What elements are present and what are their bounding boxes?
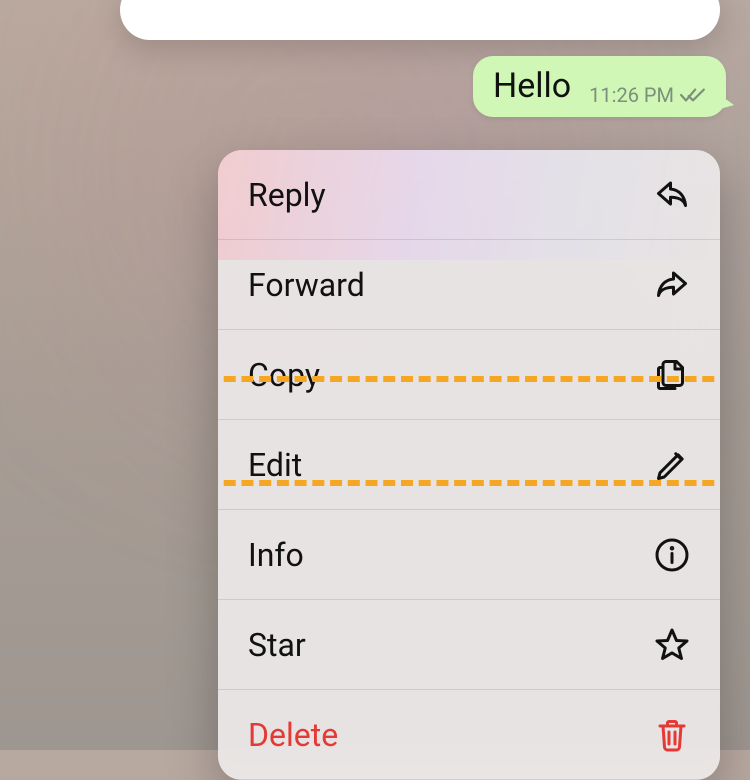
menu-item-delete[interactable]: Delete — [218, 690, 720, 780]
menu-label: Edit — [248, 446, 302, 484]
menu-item-star[interactable]: Star — [218, 600, 720, 690]
menu-label: Delete — [248, 716, 338, 754]
forward-icon — [654, 267, 690, 303]
reply-icon — [654, 177, 690, 213]
menu-label: Reply — [248, 176, 326, 214]
menu-label: Star — [248, 626, 306, 664]
reaction-bar[interactable] — [120, 0, 720, 40]
message-time: 11:26 PM — [589, 83, 674, 107]
message-text: Hello — [493, 66, 571, 107]
menu-item-info[interactable]: Info — [218, 510, 720, 600]
message-context-menu: Reply Forward Copy Edit — [218, 150, 720, 780]
menu-item-reply[interactable]: Reply — [218, 150, 720, 240]
star-icon — [654, 627, 690, 663]
copy-icon — [654, 357, 690, 393]
info-icon — [654, 537, 690, 573]
sent-message-bubble[interactable]: Hello 11:26 PM — [473, 56, 726, 117]
menu-label: Copy — [248, 356, 320, 394]
menu-item-edit[interactable]: Edit — [218, 420, 720, 510]
menu-label: Forward — [248, 266, 365, 304]
edit-icon — [654, 447, 690, 483]
menu-item-forward[interactable]: Forward — [218, 240, 720, 330]
read-ticks-icon — [680, 87, 706, 103]
menu-item-copy[interactable]: Copy — [218, 330, 720, 420]
message-meta: 11:26 PM — [589, 83, 706, 107]
delete-icon — [654, 717, 690, 753]
menu-label: Info — [248, 536, 304, 574]
